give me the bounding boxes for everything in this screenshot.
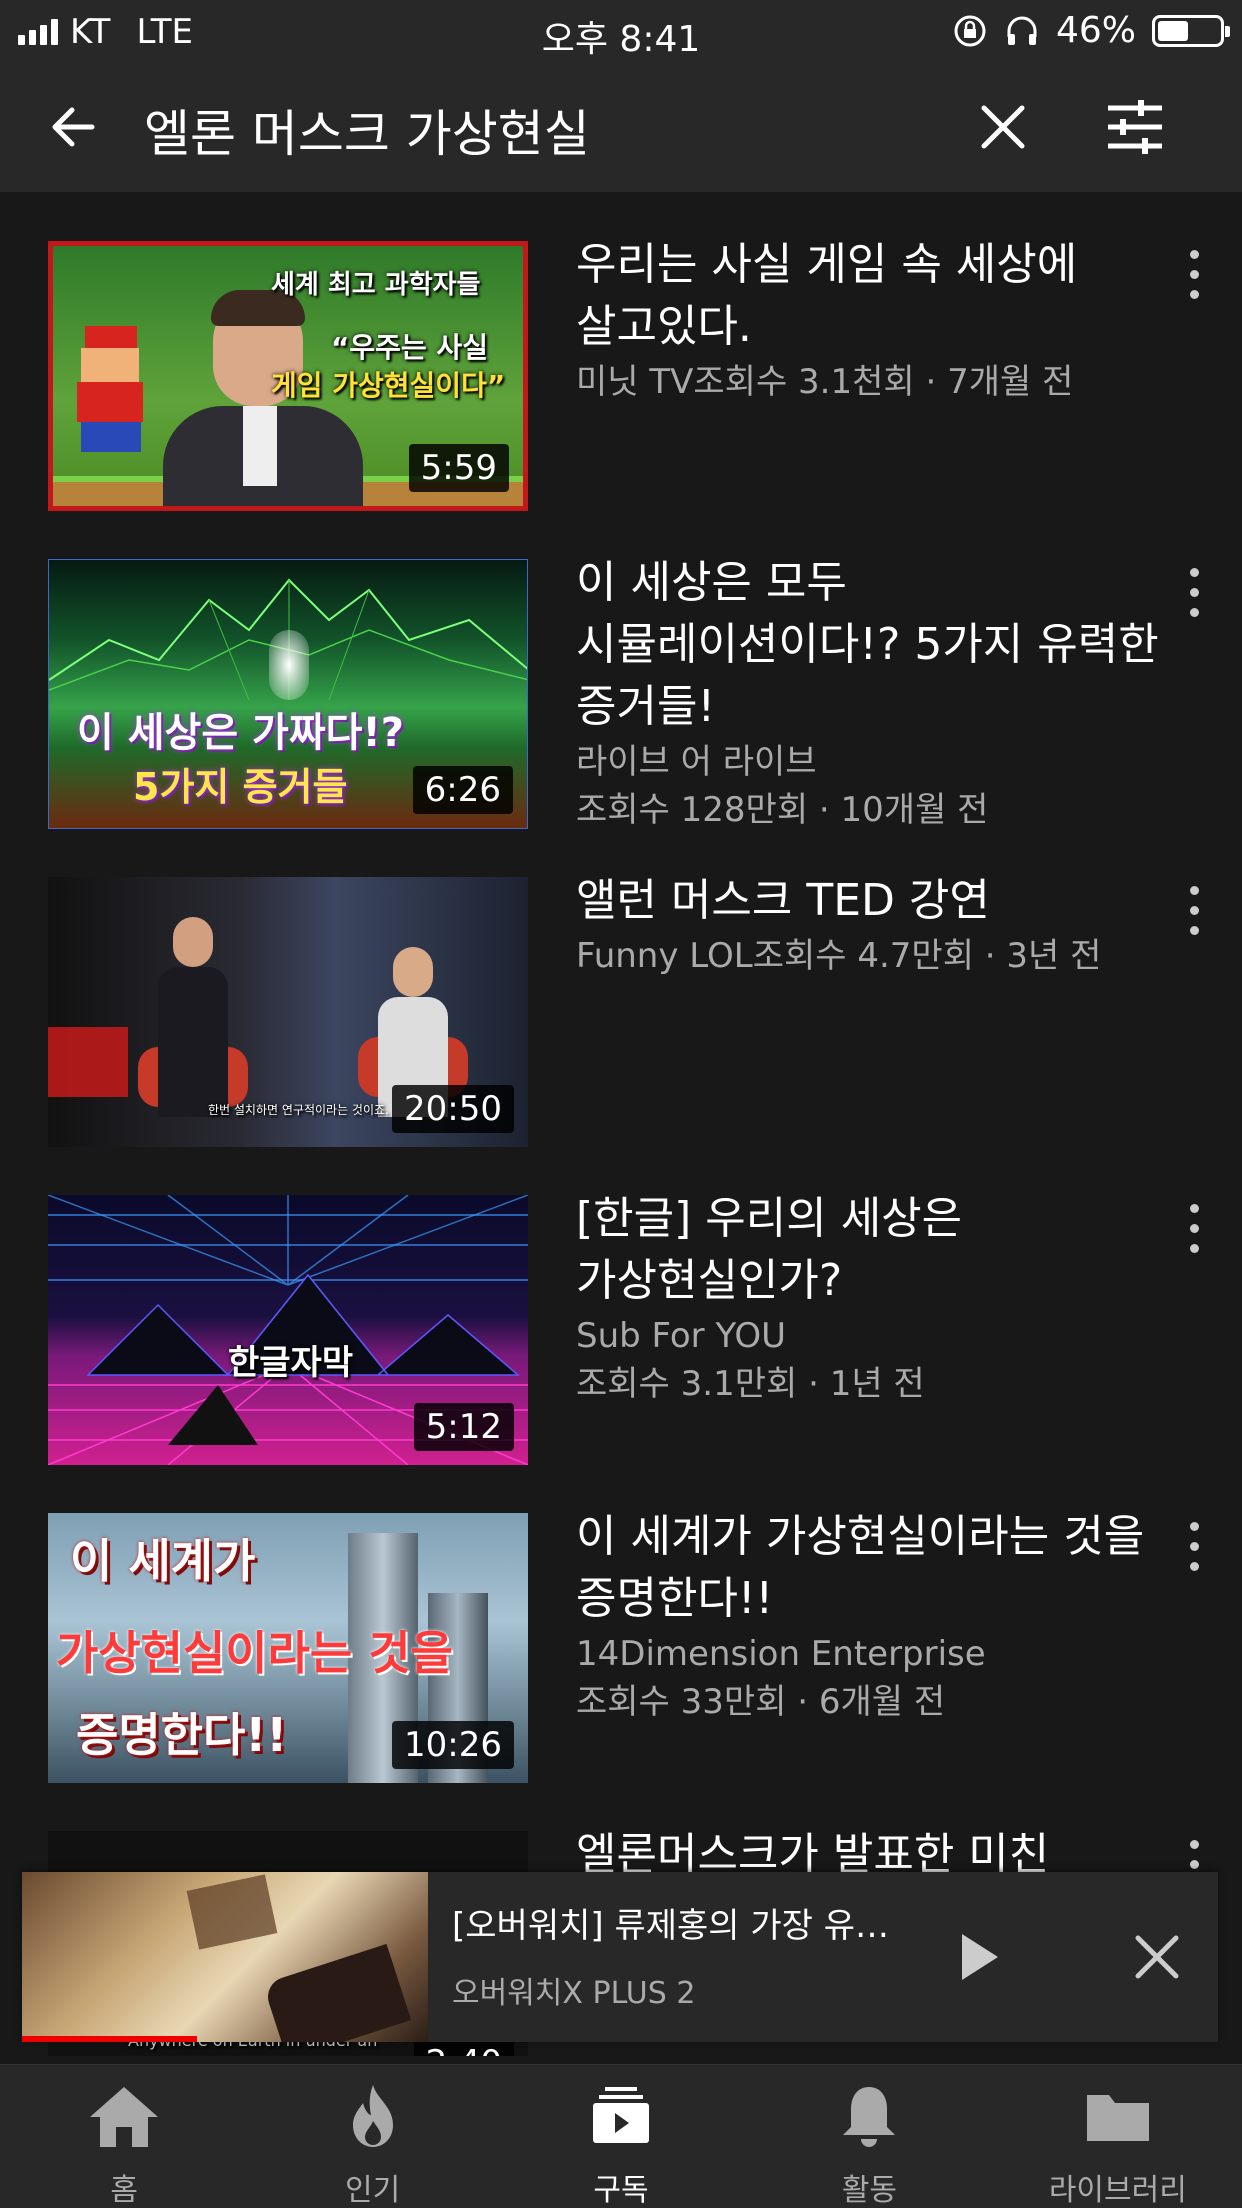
tab-trending[interactable]: 인기 (248, 2065, 496, 2208)
mini-player-title[interactable]: [오버워치] 류제홍의 가장 유… (452, 1898, 892, 1947)
video-meta: Funny LOL조회수 4.7만회 · 3년 전 (576, 936, 1102, 976)
video-thumbnail[interactable]: 세계 최고 과학자들 “우주는 사실 게임 가상현실이다” 5:59 (48, 241, 528, 511)
close-icon[interactable] (970, 94, 1036, 160)
video-title[interactable]: 이 세계가 가상현실이라는 것을 증명한다!! (576, 1506, 1166, 1630)
channel-name: 라이브 어 라이브 (576, 742, 817, 782)
video-result[interactable]: 한글자막 5:12 [한글] 우리의 세상은 가상현실인가? Sub For Y… (0, 1146, 1242, 1465)
mini-player[interactable]: [오버워치] 류제홍의 가장 유… 오버워치X PLUS 2 (22, 1872, 1218, 2042)
tab-label: 구독 (593, 2173, 649, 2208)
game-weapon (262, 1943, 412, 2042)
video-thumbnail[interactable]: 한번 설치하면 연구적이라는 것이죠. 20:50 (48, 877, 528, 1147)
tab-label: 홈 (110, 2173, 138, 2208)
thumbnail-caption: 이 세상은 가짜다!? (77, 710, 404, 756)
video-title[interactable]: 우리는 사실 게임 속 세상에 살고있다. (576, 234, 1166, 358)
more-options-icon[interactable] (1176, 562, 1212, 622)
status-bar: KT LTE 오후 8:41 46% (0, 0, 1242, 62)
folder-icon (1086, 2095, 1149, 2141)
tab-label: 라이브러리 (1048, 2173, 1187, 2208)
thumbnail-caption: 게임 가상현실이다” (271, 369, 506, 402)
video-meta: 미닛 TV조회수 3.1천회 · 7개월 전 (576, 362, 1074, 402)
rotation-lock-icon (954, 15, 986, 46)
tab-label: 활동 (841, 2173, 898, 2208)
video-duration: 6:26 (412, 766, 513, 814)
more-options-icon[interactable] (1176, 244, 1212, 304)
tab-home[interactable]: 홈 (0, 2065, 248, 2208)
game-hud (186, 1874, 278, 1950)
video-meta: 조회수 33만회 · 6개월 전 (576, 1682, 946, 1722)
video-thumbnail[interactable]: 한글자막 5:12 (48, 1195, 528, 1465)
video-thumbnail[interactable]: 이 세계가 가상현실이라는 것을 증명한다!! 10:26 (48, 1513, 528, 1783)
mini-player-thumbnail[interactable] (22, 1872, 428, 2042)
battery-percent: 46% (1055, 10, 1136, 51)
channel-name: Sub For YOU (576, 1316, 787, 1356)
video-duration: 5:12 (413, 1403, 514, 1451)
fire-icon (352, 2085, 393, 2147)
more-options-icon[interactable] (1176, 1516, 1212, 1576)
playback-progress[interactable] (22, 2036, 197, 2042)
video-result[interactable]: 한번 설치하면 연구적이라는 것이죠. 20:50 앨런 머스크 TED 강연 … (0, 828, 1242, 1147)
character-figure (71, 326, 151, 456)
tab-subscriptions[interactable]: 구독 (497, 2065, 745, 2208)
search-results: 세계 최고 과학자들 “우주는 사실 게임 가상현실이다” 5:59 우리는 사… (0, 192, 1242, 2056)
thumbnail-caption: 세계 최고 과학자들 (271, 270, 481, 300)
person-figure (158, 917, 228, 1117)
filter-icon[interactable] (1102, 94, 1168, 160)
battery-icon (1152, 14, 1230, 47)
tab-label: 인기 (345, 2173, 401, 2208)
thumbnail-caption: “우주는 사실 (331, 331, 488, 364)
back-arrow-icon[interactable] (40, 94, 106, 160)
close-icon[interactable] (1122, 1922, 1192, 1992)
headphones-icon (1007, 16, 1037, 45)
mini-player-channel: 오버워치X PLUS 2 (452, 1976, 696, 2011)
video-meta: 조회수 128만회 · 10개월 전 (576, 790, 989, 830)
thumbnail-caption: 이 세계가 (70, 1534, 256, 1588)
thumbnail-caption: 5가지 증거들 (133, 765, 348, 809)
play-icon[interactable] (942, 1922, 1012, 1992)
thumbnail-caption: 가상현실이라는 것을 (56, 1626, 453, 1680)
video-duration: 5:59 (408, 444, 509, 492)
bell-icon (843, 2087, 896, 2147)
video-duration: 10:26 (392, 1721, 514, 1769)
thumbnail-caption: 한글자막 (228, 1343, 354, 1383)
more-options-icon[interactable] (1176, 1198, 1212, 1258)
channel-name: 14Dimension Enterprise (576, 1634, 986, 1674)
tab-activity[interactable]: 활동 (745, 2065, 993, 2208)
video-duration: 20:50 (392, 1085, 514, 1133)
light-glow (269, 630, 309, 700)
thumbnail-caption: 증명한다!! (76, 1708, 288, 1762)
video-result[interactable]: 세계 최고 과학자들 “우주는 사실 게임 가상현실이다” 5:59 우리는 사… (0, 192, 1242, 511)
video-thumbnail[interactable]: 이 세상은 가짜다!? 5가지 증거들 6:26 (48, 559, 528, 829)
video-result[interactable]: 이 세계가 가상현실이라는 것을 증명한다!! 10:26 이 세계가 가상현실… (0, 1464, 1242, 1783)
subscriptions-icon (593, 2087, 650, 2143)
video-meta: 조회수 3.1만회 · 1년 전 (576, 1364, 925, 1404)
video-title[interactable]: [한글] 우리의 세상은 가상현실인가? (576, 1188, 1166, 1312)
bottom-navigation: 홈 인기 구독 활동 라이브러리 (0, 2064, 1242, 2208)
video-title[interactable]: 앨런 머스크 TED 강연 (576, 870, 1166, 932)
search-header: 엘론 머스크 가상현실 (0, 62, 1242, 192)
tab-library[interactable]: 라이브러리 (994, 2065, 1242, 2208)
search-query[interactable]: 엘론 머스크 가상현실 (144, 94, 590, 166)
stage-sign (48, 1027, 128, 1097)
video-result[interactable]: 이 세상은 가짜다!? 5가지 증거들 6:26 이 세상은 모두 시뮬레이션이… (0, 510, 1242, 830)
home-icon (90, 2087, 159, 2147)
video-title[interactable]: 이 세상은 모두 시뮬레이션이다!? 5가지 유력한 증거들! (576, 552, 1166, 738)
more-options-icon[interactable] (1176, 880, 1212, 940)
subtitle-text: 한번 설치하면 연구적이라는 것이죠. (208, 1103, 389, 1117)
